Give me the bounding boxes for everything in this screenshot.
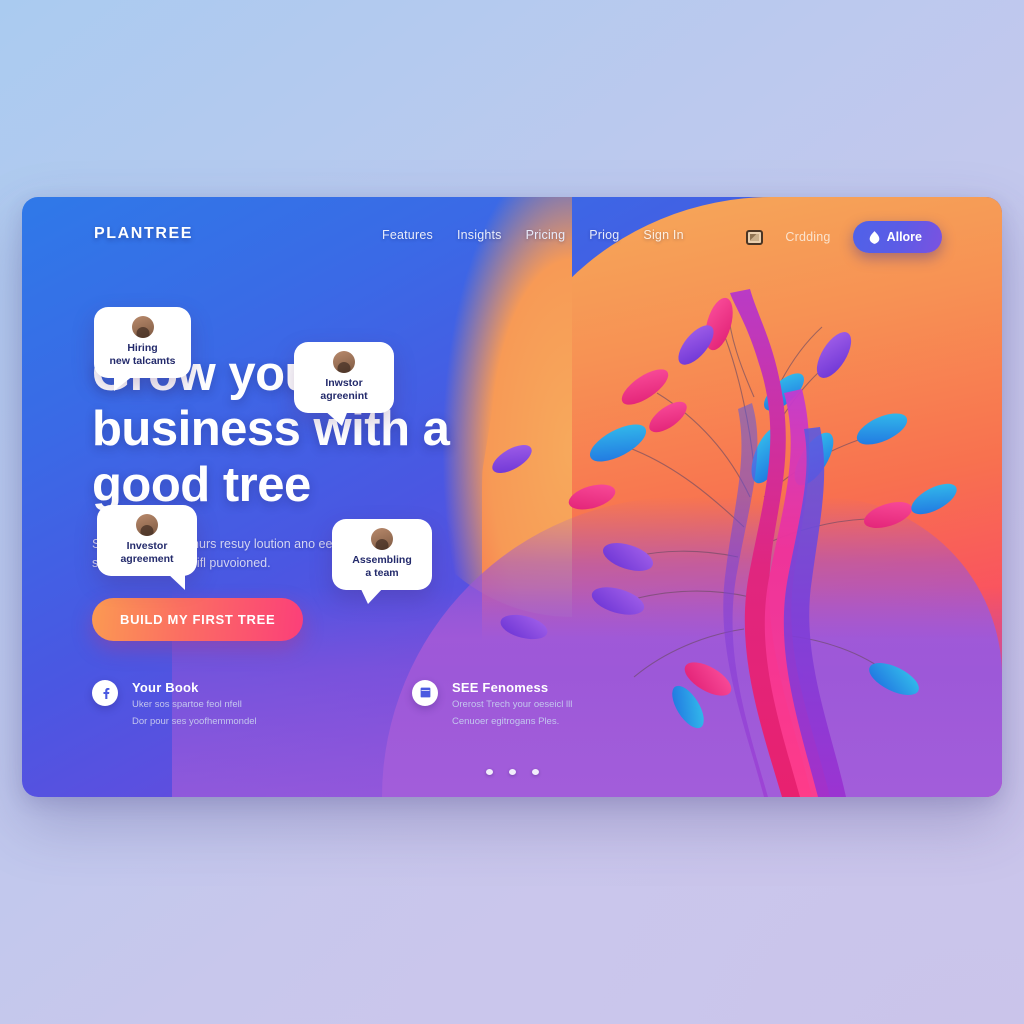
main-navigation: Features Insights Pricing Priog Sign In [382, 228, 684, 242]
nav-item-insights[interactable]: Insights [457, 228, 502, 242]
calendar-icon [412, 679, 438, 706]
carousel-dots [22, 769, 1002, 775]
speech-bubble-investor-2: Investor agreement [97, 505, 197, 591]
carousel-dot-2[interactable] [508, 769, 516, 775]
bubble-tail [360, 587, 384, 605]
speech-bubble-text: Inwstor agreenint [320, 377, 368, 403]
feature-line-2: Dor pour ses yoofhemmondel [132, 715, 257, 727]
feature-title: SEE Fenomess [452, 679, 549, 695]
build-my-first-tree-button[interactable]: BUILD MY FIRST TREE [92, 597, 304, 641]
bubble-tail [167, 573, 185, 591]
brand-logo[interactable]: PLANTREE [94, 225, 193, 243]
feature-line-1: Orerost Trech your oeseicl lll [452, 698, 573, 710]
speech-bubble-text: Hiring new talcamts [109, 342, 176, 368]
carousel-dot-3[interactable] [531, 769, 539, 775]
monitor-icon[interactable] [746, 229, 764, 245]
feature-item-your-book[interactable]: Your Book Uker sos spartoe feol nfell Do… [92, 679, 292, 730]
leaf-down-icon [869, 230, 879, 244]
speech-bubble-hiring: Hiring new talcamts [94, 307, 191, 392]
header-actions: Crdding Allore [746, 221, 942, 253]
browser-card: Hiring new talcamts Inwstor agreenint In… [22, 197, 1002, 797]
nav-item-pricing[interactable]: Pricing [526, 228, 566, 242]
allore-button-label: Allore [886, 230, 922, 244]
avatar [136, 514, 158, 536]
heading-line-2: business with a [92, 402, 450, 457]
feature-item-see-features[interactable]: SEE Fenomess Orerost Trech your oeseicl … [412, 679, 612, 730]
speech-bubble-text: Assembling a team [352, 554, 412, 580]
nav-item-features[interactable]: Features [382, 228, 433, 242]
facebook-icon [92, 679, 118, 706]
bubble-tail [324, 410, 348, 427]
allore-button[interactable]: Allore [852, 221, 942, 253]
bubble-tail [114, 375, 134, 392]
nav-item-sign-in[interactable]: Sign In [643, 228, 683, 242]
speech-bubble-text: Investor agreement [120, 540, 174, 566]
carousel-dot-1[interactable] [485, 769, 493, 775]
feature-line-1: Uker sos spartoe feol nfell [132, 698, 242, 710]
header-secondary-link[interactable]: Crdding [785, 230, 830, 244]
site-header: PLANTREE Features Insights Pricing Priog… [22, 219, 1002, 261]
nav-item-priog[interactable]: Priog [589, 228, 619, 242]
feature-line-2: Cenuoer egitrogans Ples. [452, 715, 560, 727]
speech-bubble-investor-1: Inwstor agreenint [294, 342, 394, 427]
heading-line-3: good tree [92, 457, 311, 512]
feature-title: Your Book [132, 679, 199, 695]
avatar [371, 528, 393, 550]
avatar [333, 351, 355, 373]
feature-row: Your Book Uker sos spartoe feol nfell Do… [92, 679, 612, 730]
speech-bubble-assembling: Assembling a team [332, 519, 432, 605]
avatar [131, 316, 154, 338]
